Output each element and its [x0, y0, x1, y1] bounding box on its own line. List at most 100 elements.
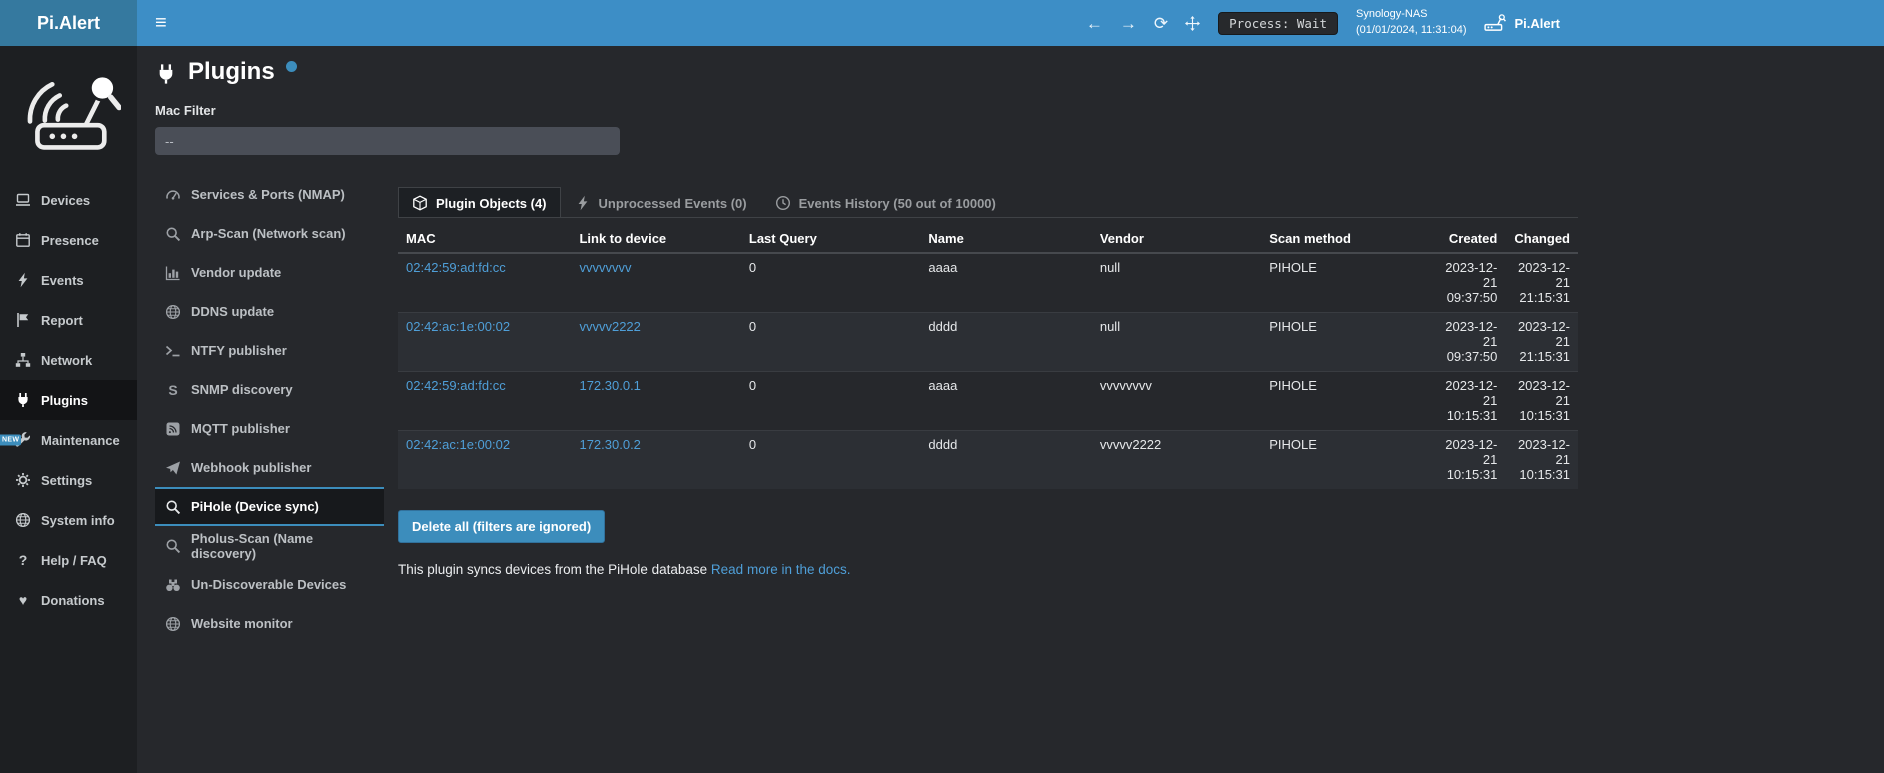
mac-link[interactable]: 02:42:ac:1e:00:02 — [406, 437, 510, 452]
sidebar-menu: Devices Presence Events Report Network P… — [0, 180, 137, 620]
host-info: Synology-NAS (01/01/2024, 11:31:04) — [1356, 7, 1467, 39]
cell-changed: 2023-12-21 10:15:31 — [1505, 431, 1578, 490]
move-icon[interactable] — [1185, 16, 1200, 31]
device-link[interactable]: 172.30.0.2 — [579, 437, 640, 452]
cell-changed: 2023-12-21 10:15:31 — [1505, 372, 1578, 431]
plugin-nav-label: MQTT publisher — [191, 421, 290, 436]
topbar-right: ← → ⟳ Process: Wait Synology-NAS (01/01/… — [1086, 0, 1560, 46]
device-link[interactable]: vvvvv2222 — [579, 319, 640, 334]
clock-icon — [775, 195, 791, 211]
cell-vendor: null — [1092, 253, 1261, 313]
sidebar-item-help-faq[interactable]: ? Help / FAQ — [0, 540, 137, 580]
sidebar-item-label: Donations — [41, 593, 105, 608]
plugins-content: Services & Ports (NMAP) Arp-Scan (Networ… — [155, 175, 1884, 643]
plugin-nav-item-ntfy[interactable]: NTFY publisher — [155, 331, 384, 370]
sidebar-item-maintenance[interactable]: NEW Maintenance — [0, 420, 137, 460]
tab-unprocessed-events[interactable]: Unprocessed Events (0) — [561, 187, 761, 217]
mac-link[interactable]: 02:42:ac:1e:00:02 — [406, 319, 510, 334]
mac-link[interactable]: 02:42:59:ad:fd:cc — [406, 260, 506, 275]
plugin-nav-item-mqtt[interactable]: MQTT publisher — [155, 409, 384, 448]
plugin-description-text: This plugin syncs devices from the PiHol… — [398, 562, 707, 577]
plugin-nav-item-website-monitor[interactable]: Website monitor — [155, 604, 384, 643]
cell-last-query: 0 — [741, 313, 921, 372]
device-link[interactable]: vvvvvvvv — [579, 260, 631, 275]
search-icon — [165, 499, 181, 515]
tab-events-history[interactable]: Events History (50 out of 10000) — [761, 187, 1010, 217]
refresh-icon[interactable]: ⟳ — [1154, 15, 1168, 32]
bolt-icon — [575, 195, 591, 211]
new-badge: NEW — [0, 435, 21, 446]
sidebar-item-donations[interactable]: ♥ Donations — [0, 580, 137, 620]
plugin-nav-item-webhook[interactable]: Webhook publisher — [155, 448, 384, 487]
cell-link-to-device: 172.30.0.1 — [571, 372, 740, 431]
mac-link[interactable]: 02:42:59:ad:fd:cc — [406, 378, 506, 393]
gear-icon — [15, 472, 31, 488]
plugin-nav-label: Website monitor — [191, 616, 293, 631]
plug-icon — [155, 63, 177, 85]
globe-icon — [165, 616, 181, 632]
plugin-nav-item-snmp[interactable]: S SNMP discovery — [155, 370, 384, 409]
col-changed: Changed — [1505, 225, 1578, 253]
sidebar-item-system-info[interactable]: System info — [0, 500, 137, 540]
topbar-brand-label: Pi.Alert — [1514, 16, 1560, 31]
chart-icon — [165, 265, 181, 281]
forward-arrow-icon[interactable]: → — [1120, 15, 1137, 32]
col-vendor: Vendor — [1092, 225, 1261, 253]
plugin-nav-item-pihole[interactable]: PiHole (Device sync) — [155, 487, 384, 526]
col-name: Name — [920, 225, 1091, 253]
gauge-icon — [165, 187, 181, 203]
app-logo[interactable]: Pi.Alert — [0, 0, 137, 46]
col-mac: MAC — [398, 225, 571, 253]
col-created: Created — [1425, 225, 1506, 253]
device-link[interactable]: 172.30.0.1 — [579, 378, 640, 393]
sidebar-toggle-button[interactable]: ≡ — [137, 0, 185, 46]
plugin-nav-item-vendor-update[interactable]: Vendor update — [155, 253, 384, 292]
tabbar: Plugin Objects (4) Unprocessed Events (0… — [398, 187, 1578, 218]
delete-all-button[interactable]: Delete all (filters are ignored) — [398, 510, 605, 543]
sidebar-item-presence[interactable]: Presence — [0, 220, 137, 260]
search-icon — [165, 538, 181, 554]
plugin-nav-item-arp-scan[interactable]: Arp-Scan (Network scan) — [155, 214, 384, 253]
sidebar-item-label: Network — [41, 353, 92, 368]
cell-last-query: 0 — [741, 253, 921, 313]
host-name: Synology-NAS — [1356, 7, 1467, 23]
docs-link[interactable]: Read more in the docs. — [711, 562, 851, 577]
mqtt-icon — [165, 421, 181, 437]
plugin-nav-label: Webhook publisher — [191, 460, 311, 475]
help-tooltip-icon[interactable] — [286, 61, 297, 72]
table-row: 02:42:59:ad:fd:cc 172.30.0.1 0 aaaa vvvv… — [398, 372, 1578, 431]
plugin-nav-item-undiscoverable[interactable]: Un-Discoverable Devices — [155, 565, 384, 604]
terminal-icon — [165, 343, 181, 359]
sidebar-item-events[interactable]: Events — [0, 260, 137, 300]
plugin-nav-item-nmap[interactable]: Services & Ports (NMAP) — [155, 175, 384, 214]
back-arrow-icon[interactable]: ← — [1086, 15, 1103, 32]
cell-scan-method: PIHOLE — [1261, 253, 1424, 313]
sidebar-item-plugins[interactable]: Plugins — [0, 380, 137, 420]
sidebar-item-network[interactable]: Network — [0, 340, 137, 380]
sidebar-item-settings[interactable]: Settings — [0, 460, 137, 500]
mac-filter-input[interactable] — [155, 127, 620, 155]
cell-scan-method: PIHOLE — [1261, 431, 1424, 490]
cell-mac: 02:42:59:ad:fd:cc — [398, 372, 571, 431]
cell-created: 2023-12-21 09:37:50 — [1425, 313, 1506, 372]
cell-vendor: null — [1092, 313, 1261, 372]
sidebar-item-devices[interactable]: Devices — [0, 180, 137, 220]
plugin-nav-item-pholus-scan[interactable]: Pholus-Scan (Name discovery) — [155, 526, 384, 565]
page-title: Plugins — [155, 58, 1884, 86]
sitemap-icon — [15, 352, 31, 368]
plugin-nav-label: DDNS update — [191, 304, 274, 319]
plugin-nav-item-ddns-update[interactable]: DDNS update — [155, 292, 384, 331]
cell-link-to-device: vvvvvvvv — [571, 253, 740, 313]
sidebar-item-label: Plugins — [41, 393, 88, 408]
plugin-nav-label: PiHole (Device sync) — [191, 499, 319, 514]
question-icon: ? — [15, 552, 31, 568]
mac-filter-label: Mac Filter — [155, 103, 1884, 118]
laptop-icon — [15, 192, 31, 208]
sidebar-item-report[interactable]: Report — [0, 300, 137, 340]
cell-link-to-device: vvvvv2222 — [571, 313, 740, 372]
plugin-nav: Services & Ports (NMAP) Arp-Scan (Networ… — [155, 175, 384, 643]
tab-plugin-objects[interactable]: Plugin Objects (4) — [398, 187, 561, 217]
globe-icon — [165, 304, 181, 320]
cell-scan-method: PIHOLE — [1261, 372, 1424, 431]
cell-last-query: 0 — [741, 431, 921, 490]
